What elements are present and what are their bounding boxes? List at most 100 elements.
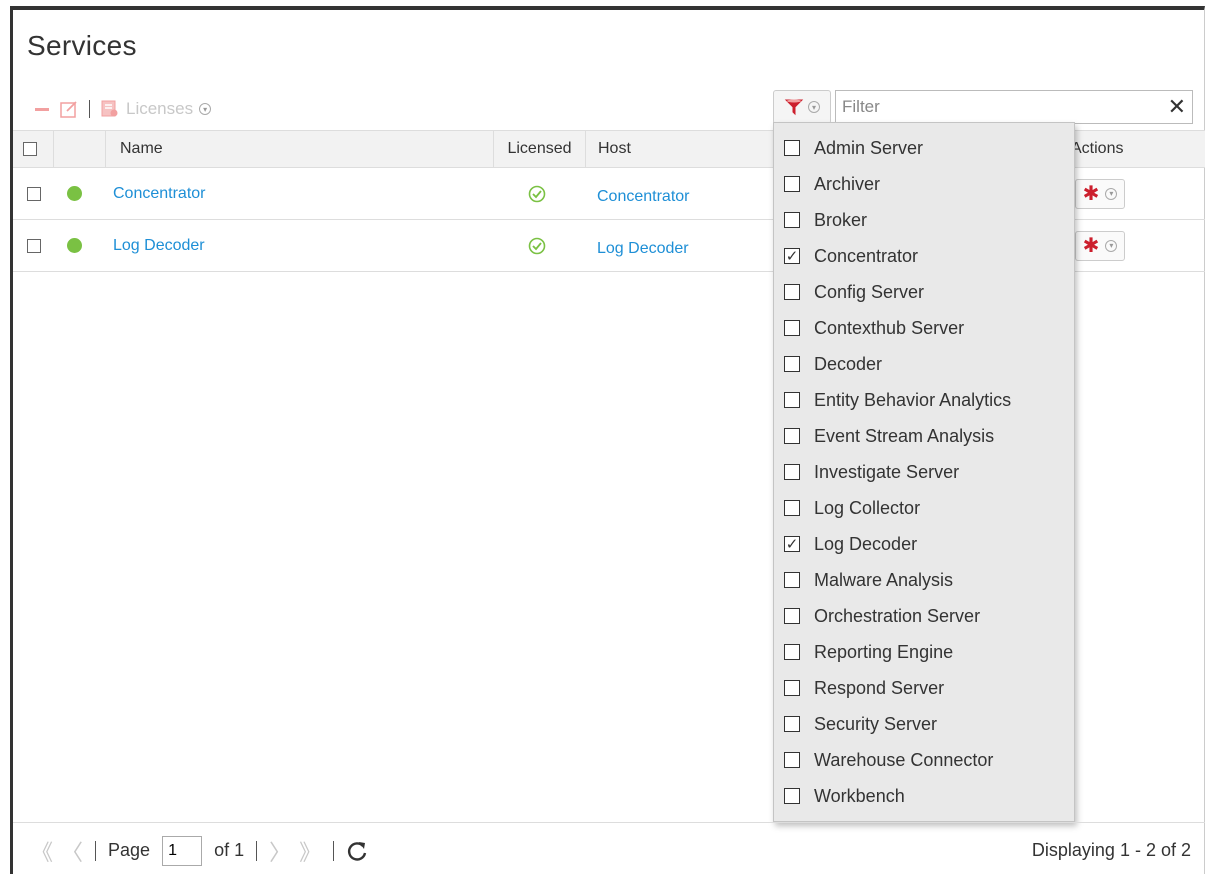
filter-option-orchestration-server[interactable]: Orchestration Server [784,601,980,631]
edit-icon[interactable] [59,99,79,119]
filter-option-security-server[interactable]: Security Server [784,709,937,739]
toolbar: Licenses ▾ [35,96,212,122]
select-all-checkbox[interactable] [23,142,37,156]
chevron-down-icon: ▾ [1105,239,1118,252]
filter-option-checkbox[interactable] [784,176,800,192]
name-cell: Concentrator [113,168,206,219]
service-type-filter-dropdown: Admin Server Archiver Broker ✓ Concentrat… [773,122,1075,822]
filter-option-label: Workbench [814,785,905,806]
filter-option-respond-server[interactable]: Respond Server [784,673,944,703]
page-title: Services [27,30,137,61]
filter-option-checkbox[interactable] [784,320,800,336]
filter-option-decoder[interactable]: Decoder [784,349,882,379]
toolbar-separator [89,100,90,118]
actions-menu-button[interactable]: ✱ ▾ [1075,178,1125,209]
host-link[interactable]: Log Decoder [597,240,689,258]
filter-option-label: Log Decoder [814,533,918,554]
filter-field[interactable]: ✕ [835,90,1193,124]
filter-option-checkbox[interactable] [784,572,800,588]
row-checkbox[interactable] [27,186,41,201]
filter-option-checkbox[interactable] [784,788,800,804]
pagination-separator [333,840,335,861]
header-status [53,131,105,167]
filter-option-checkbox[interactable] [784,716,800,732]
header-licensed[interactable]: Licensed [493,131,585,167]
filter-option-checkbox[interactable] [784,428,800,444]
filter-option-label: Event Stream Analysis [814,425,995,446]
last-page-icon[interactable]: 》 [299,835,321,867]
licenses-menu-button[interactable]: Licenses ▾ [100,99,212,119]
filter-option-investigate-server[interactable]: Investigate Server [784,457,959,487]
header-name[interactable]: Name [105,131,493,167]
filter-option-label: Warehouse Connector [814,749,994,770]
filter-option-event-stream-analysis[interactable]: Event Stream Analysis [784,421,994,451]
filter-option-archiver[interactable]: Archiver [784,169,880,199]
filter-option-concentrator[interactable]: ✓ Concentrator [784,241,918,271]
row-checkbox-cell [27,168,41,219]
filter-option-checkbox[interactable] [784,392,800,408]
service-name-link[interactable]: Concentrator [113,185,206,203]
actions-menu-button[interactable]: ✱ ▾ [1075,230,1125,261]
page-number-input[interactable] [162,835,203,866]
actions-cell: ✱ ▾ [1075,168,1125,219]
filter-option-checkbox[interactable] [784,644,800,660]
licensed-cell [528,220,546,271]
filter-option-label: Log Collector [814,497,921,518]
filter-option-checkbox[interactable] [784,752,800,768]
filter-option-checkbox[interactable] [784,680,800,696]
filter-option-log-collector[interactable]: Log Collector [784,493,920,523]
filter-option-log-decoder[interactable]: ✓ Log Decoder [784,529,917,559]
license-icon [101,100,118,117]
filter-option-checkbox-checked[interactable]: ✓ [784,248,800,264]
filter-option-entity-behavior-analytics[interactable]: Entity Behavior Analytics [784,385,1011,415]
display-count-text: Displaying 1 - 2 of 2 [1031,840,1191,860]
filter-option-contexthub-server[interactable]: Contexthub Server [784,313,964,343]
filter-option-checkbox[interactable] [784,608,800,624]
filter-option-label: Respond Server [814,677,945,698]
status-cell [67,220,82,271]
filter-option-checkbox[interactable] [784,500,800,516]
refresh-icon[interactable] [346,840,368,862]
filter-input[interactable] [836,91,1164,123]
filter-option-checkbox[interactable] [784,212,800,228]
header-host[interactable]: Host [585,131,765,167]
filter-option-checkbox[interactable] [784,464,800,480]
previous-page-icon[interactable]: 〈 [61,835,83,867]
filter-option-label: Broker [814,209,868,230]
filter-option-label: Reporting Engine [814,641,954,662]
filter-option-admin-server[interactable]: Admin Server [784,133,923,163]
host-link[interactable]: Concentrator [597,188,690,206]
clear-filter-icon[interactable]: ✕ [1168,94,1186,120]
host-cell: Log Decoder [597,223,689,274]
filter-type-button[interactable]: ▾ [773,90,831,124]
filter-option-checkbox[interactable] [784,140,800,156]
filter-option-broker[interactable]: Broker [784,205,867,235]
filter-option-warehouse-connector[interactable]: Warehouse Connector [784,745,993,775]
header-actions: Actions [1071,140,1124,157]
filter-option-checkbox-checked[interactable]: ✓ [784,536,800,552]
funnel-icon [784,99,804,116]
header-select-all [23,131,53,167]
filter-option-reporting-engine[interactable]: Reporting Engine [784,637,953,667]
filter-option-checkbox[interactable] [784,356,800,372]
pagination-separator [95,840,97,861]
filter-option-malware-analysis[interactable]: Malware Analysis [784,565,953,595]
status-cell [67,168,82,219]
filter-option-label: Orchestration Server [814,605,981,626]
chevron-down-icon: ▾ [1105,187,1118,200]
filter-option-workbench[interactable]: Workbench [784,781,905,811]
licensed-cell [528,168,546,219]
delete-icon[interactable] [35,107,49,111]
gear-icon: ✱ [1082,182,1100,205]
filter-option-label: Malware Analysis [814,569,954,590]
row-checkbox[interactable] [27,238,41,253]
filter-option-config-server[interactable]: Config Server [784,277,924,307]
filter-option-checkbox[interactable] [784,284,800,300]
chevron-down-icon: ▾ [199,103,212,115]
filter-option-label: Config Server [814,281,925,302]
service-name-link[interactable]: Log Decoder [113,237,205,255]
filter-option-label: Security Server [814,713,938,734]
next-page-icon[interactable]: 〉 [269,835,291,867]
first-page-icon[interactable]: 《 [31,835,53,867]
pagination-bar: 《 〈 Page of 1 〉 》 Displaying 1 - 2 of 2 [13,822,1205,878]
